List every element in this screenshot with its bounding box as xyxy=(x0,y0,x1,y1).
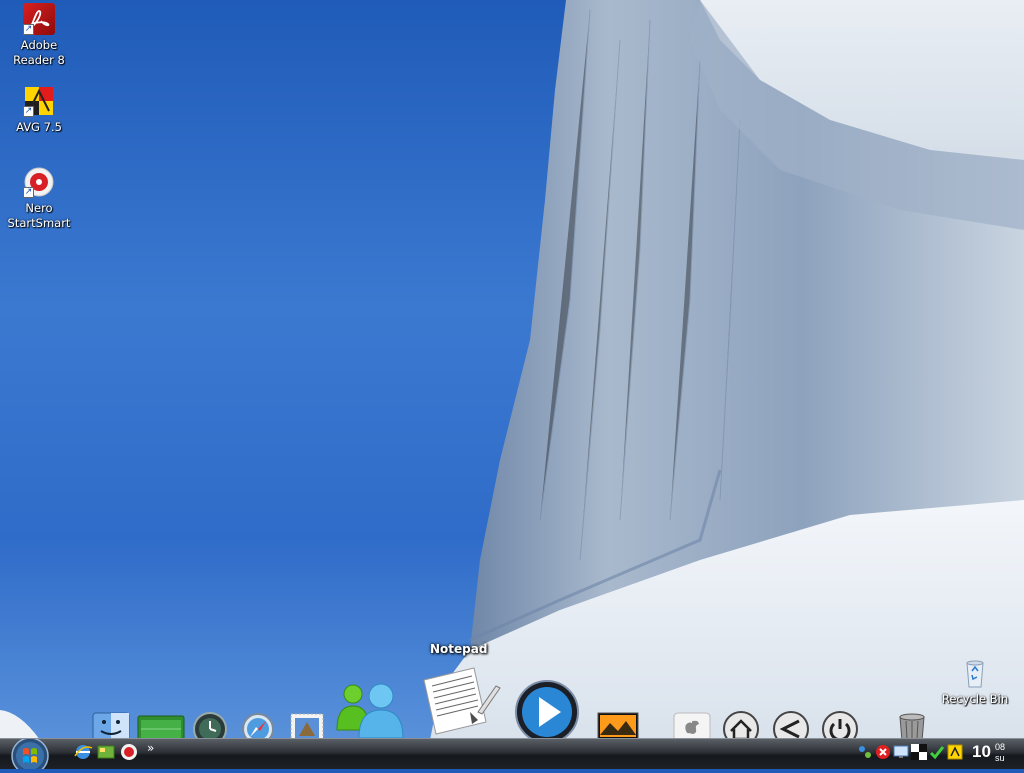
nero-small-icon xyxy=(121,744,137,760)
desktop-icon-label: Recycle Bin xyxy=(941,692,1009,706)
dock-mail[interactable] xyxy=(289,712,325,740)
messenger-icon xyxy=(336,683,404,738)
dock-back[interactable] xyxy=(771,711,811,741)
dock-tooltip: Notepad xyxy=(430,642,488,656)
clock-day: su xyxy=(995,753,1005,763)
checker-icon xyxy=(911,744,927,760)
desktop-icon-avg[interactable]: ↗ AVG 7.5 xyxy=(0,85,78,135)
quicklaunch-nero[interactable] xyxy=(119,742,139,762)
dock-notepad[interactable] xyxy=(420,664,502,740)
desktop-wallpaper xyxy=(0,0,1024,740)
recycle-bin-icon xyxy=(959,657,991,689)
tray-antivirus[interactable] xyxy=(947,744,963,760)
start-button[interactable] xyxy=(8,737,52,773)
desktop-icon-label: AVG 7.5 xyxy=(16,120,62,134)
tray-error[interactable] xyxy=(875,744,891,760)
quicklaunch-internet-explorer[interactable] xyxy=(73,742,93,762)
dock-finder[interactable] xyxy=(92,712,130,740)
quicklaunch-show-desktop[interactable] xyxy=(96,742,116,762)
safari-icon xyxy=(242,713,274,740)
tray-display[interactable] xyxy=(893,744,909,760)
finder-icon xyxy=(92,712,130,740)
apple-icon xyxy=(673,712,711,739)
green-folder-icon xyxy=(137,715,185,740)
adobe-reader-icon: ↗ xyxy=(23,3,55,35)
dock-safari[interactable] xyxy=(240,712,276,740)
notepad-icon xyxy=(423,667,501,735)
dock-messenger[interactable] xyxy=(333,682,413,738)
desktop-icon-recycle-bin[interactable]: Recycle Bin xyxy=(936,657,1014,707)
dock-power[interactable] xyxy=(820,711,860,741)
dock-time-machine[interactable] xyxy=(192,711,228,741)
desktop-icon-adobe-reader[interactable]: ↗ Adobe Reader 8 xyxy=(0,3,78,68)
desktop-icon-label: Adobe Reader 8 xyxy=(13,38,65,67)
antivirus-icon xyxy=(947,744,963,760)
windows-logo-icon xyxy=(11,737,49,773)
dock-media-player[interactable] xyxy=(514,679,580,741)
time-machine-icon xyxy=(193,712,227,741)
clock-hours: 10 xyxy=(972,742,991,761)
dock-trash[interactable] xyxy=(896,711,928,739)
nero-icon: ↗ xyxy=(23,166,55,198)
photo-icon xyxy=(597,712,639,739)
desktop-icon-label: Nero StartSmart xyxy=(7,201,71,230)
dock-home[interactable] xyxy=(721,711,761,741)
network-icon xyxy=(859,746,871,758)
check-icon xyxy=(929,746,945,760)
clock-minutes: 08 xyxy=(995,742,1006,752)
show-desktop-icon xyxy=(97,745,115,759)
back-icon xyxy=(773,711,809,741)
media-player-icon xyxy=(515,680,579,741)
trash-icon xyxy=(899,713,925,739)
tray-check[interactable] xyxy=(929,744,945,760)
home-icon xyxy=(723,711,759,741)
mail-stamp-icon xyxy=(290,713,324,740)
tray-network[interactable] xyxy=(857,744,873,760)
quicklaunch-more-chevron[interactable]: » xyxy=(147,741,154,755)
monitor-icon xyxy=(893,745,909,758)
power-icon xyxy=(822,711,858,741)
dock-photo[interactable] xyxy=(596,711,640,739)
dock-green-folder[interactable] xyxy=(137,714,185,740)
dock-apple[interactable] xyxy=(672,711,712,739)
internet-explorer-icon xyxy=(74,745,93,759)
tray-checker[interactable] xyxy=(911,744,927,760)
taskbar-clock[interactable]: 10 08 su xyxy=(972,742,1005,763)
error-x-icon xyxy=(876,745,890,759)
avg-icon: ↗ xyxy=(23,85,55,117)
desktop-icon-nero[interactable]: ↗ Nero StartSmart xyxy=(0,166,78,231)
